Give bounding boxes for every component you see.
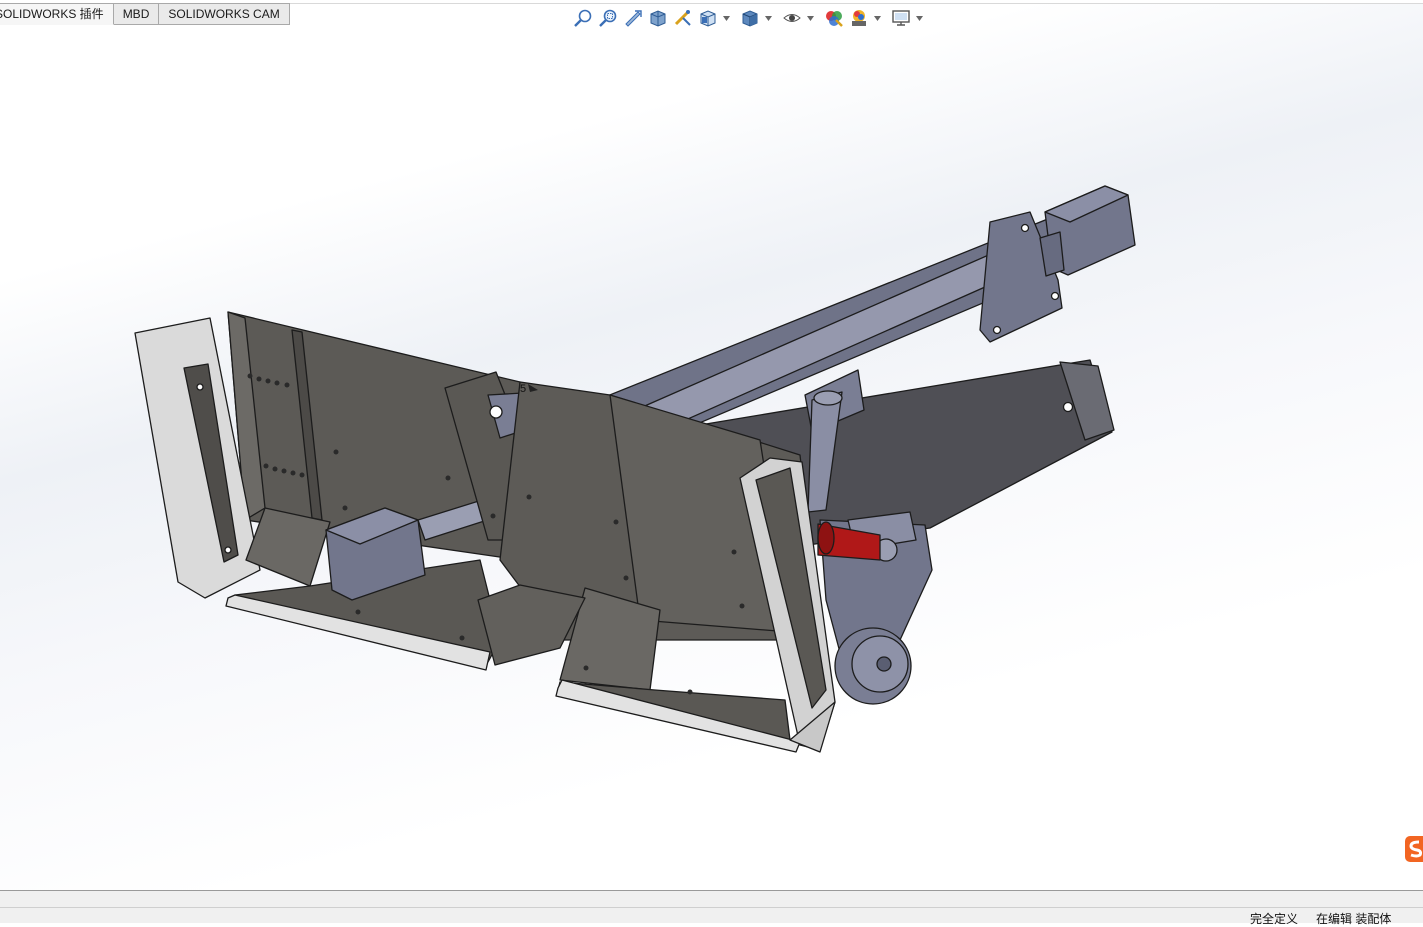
bracket-hole-1 [1050, 291, 1060, 301]
clamp-pin [489, 405, 503, 419]
assembly-model[interactable]: 5 [0, 0, 1423, 890]
view-orientation-icon[interactable] [697, 7, 719, 29]
edit-appearance-icon[interactable] [823, 7, 845, 29]
zoom-to-fit-icon[interactable] [572, 7, 594, 29]
previous-view-icon[interactable] [622, 7, 644, 29]
apply-scene-icon[interactable] [848, 7, 870, 29]
zoom-to-area-icon[interactable] [597, 7, 619, 29]
command-manager-tabs: SOLIDWORKS 插件 MBD SOLIDWORKS CAM [0, 3, 290, 25]
view-settings-dropdown-icon[interactable] [915, 7, 923, 29]
hide-show-dropdown-icon[interactable] [806, 7, 814, 29]
bracket-hole-3 [1020, 223, 1030, 233]
channel-hole [1062, 401, 1074, 413]
view-orientation-dropdown-icon[interactable] [722, 7, 730, 29]
view-settings-icon[interactable] [890, 7, 912, 29]
display-style-dropdown-icon[interactable] [764, 7, 772, 29]
graphics-area[interactable]: 5 SOLIDWORKS 插件 MBD SOLIDWORKS CAM [0, 0, 1423, 890]
apply-scene-dropdown-icon[interactable] [873, 7, 881, 29]
tab-solidworks-cam[interactable]: SOLIDWORKS CAM [159, 3, 290, 25]
hide-show-items-icon[interactable] [781, 7, 803, 29]
tab-mbd[interactable]: MBD [113, 3, 160, 25]
bracket-hole-2 [992, 325, 1002, 335]
heads-up-view-toolbar [572, 7, 932, 29]
status-separator [0, 907, 1423, 908]
status-editing: 在编辑 装配体 [1316, 912, 1392, 926]
annotation-label: 5 [520, 383, 526, 395]
wheel-hub [876, 656, 892, 672]
status-bar: 完全定义 在编辑 装配体 [0, 890, 1423, 926]
dynamic-annotation-views-icon[interactable] [672, 7, 694, 29]
tab-solidworks-addins[interactable]: SOLIDWORKS 插件 [0, 3, 114, 25]
watermark-logo-icon [1405, 836, 1423, 862]
display-style-icon[interactable] [739, 7, 761, 29]
section-view-icon[interactable] [647, 7, 669, 29]
status-definition: 完全定义 [1250, 912, 1299, 926]
